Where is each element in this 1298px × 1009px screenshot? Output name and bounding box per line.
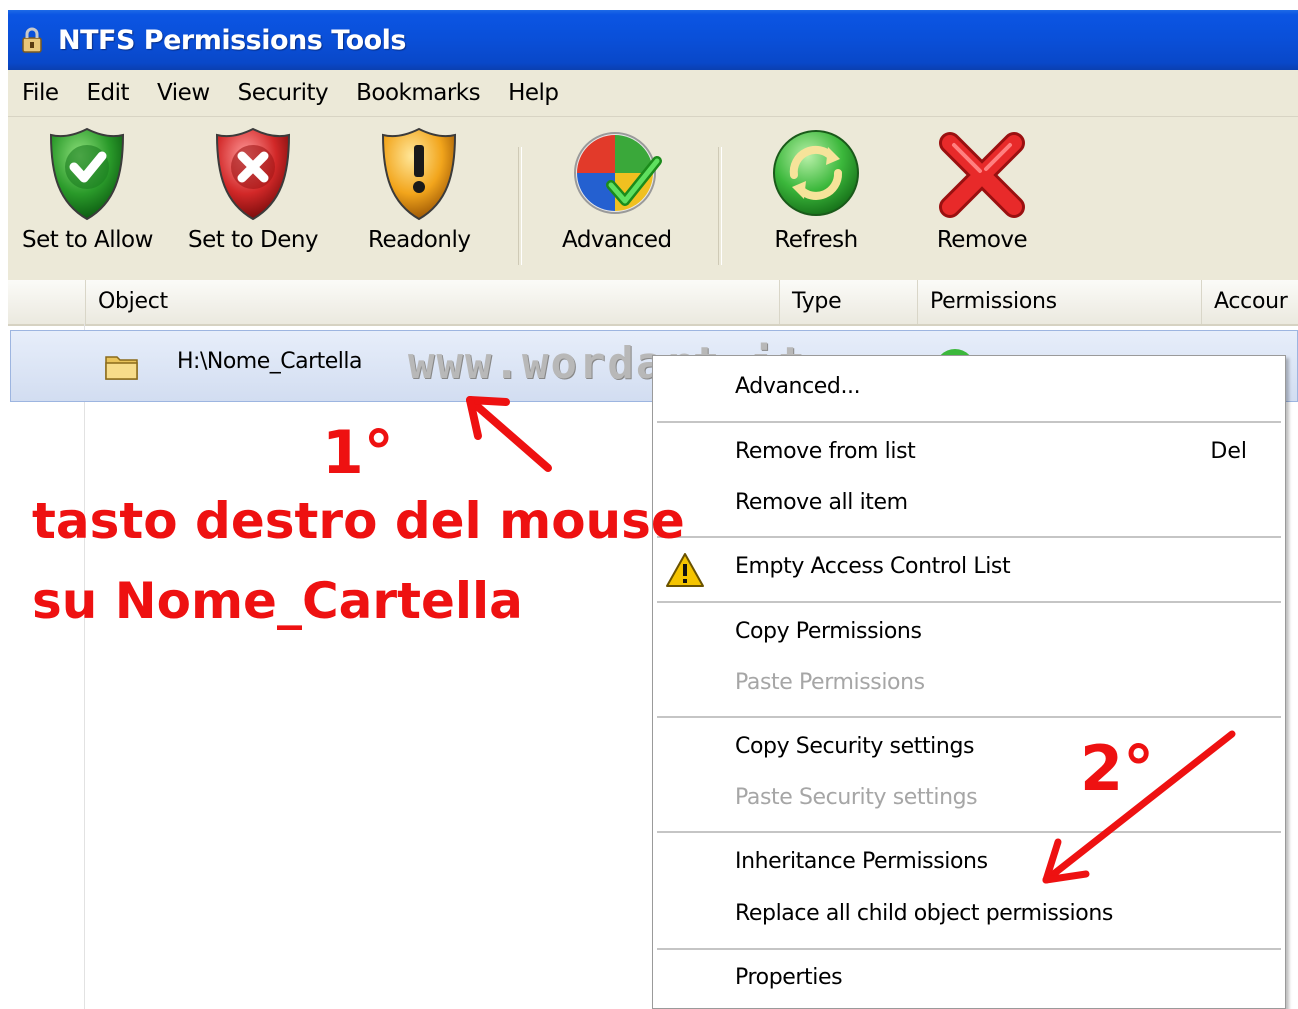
list-header: Object Type Permissions Accour (8, 280, 1298, 326)
menu-item-paste-security: Paste Security settings (735, 785, 978, 810)
menu-separator (657, 536, 1281, 538)
menu-item-remove-all[interactable]: Remove all item (735, 490, 908, 515)
annotation-step-1: 1° (322, 418, 394, 488)
app-lock-icon (22, 27, 42, 53)
readonly-button[interactable]: Readonly (368, 123, 471, 275)
menu-item-remove-shortcut: Del (1210, 439, 1247, 464)
shield-check-icon (50, 127, 125, 221)
remove-label: Remove (936, 227, 1028, 253)
warning-icon (666, 553, 704, 587)
menu-separator (657, 831, 1281, 833)
annotation-line-1: tasto destro del mouse (32, 492, 685, 550)
column-header-object[interactable]: Object (86, 280, 780, 324)
context-menu: Advanced... Remove from list Del Remove … (652, 355, 1286, 1009)
menu-file[interactable]: File (22, 80, 59, 106)
toolbar: Set to Allow Set to Deny Readonly Advanc… (8, 117, 1298, 280)
column-header-blank[interactable] (8, 280, 86, 324)
menu-bar: File Edit View Security Bookmarks Help (8, 70, 1298, 117)
remove-button[interactable]: Remove (936, 123, 1028, 275)
object-path: H:\Nome_Cartella (177, 349, 363, 374)
menu-item-inheritance[interactable]: Inheritance Permissions (735, 849, 988, 874)
menu-help[interactable]: Help (508, 80, 559, 106)
advanced-label: Advanced (562, 227, 672, 253)
remove-x-icon (939, 132, 1025, 218)
menu-item-properties[interactable]: Properties (735, 965, 843, 990)
menu-separator (657, 421, 1281, 423)
menu-item-empty-acl[interactable]: Empty Access Control List (735, 554, 1011, 579)
toolbar-separator (518, 147, 522, 265)
column-header-account[interactable]: Accour (1202, 280, 1298, 324)
advanced-button[interactable]: Advanced (562, 123, 672, 275)
menu-view[interactable]: View (157, 80, 210, 106)
menu-separator (657, 948, 1281, 950)
title-bar: NTFS Permissions Tools (8, 10, 1298, 70)
window-title: NTFS Permissions Tools (58, 24, 407, 56)
column-header-permissions[interactable]: Permissions (918, 280, 1202, 324)
column-header-type[interactable]: Type (780, 280, 918, 324)
folder-icon (105, 356, 138, 380)
set-to-deny-label: Set to Deny (188, 227, 319, 253)
menu-item-replace-child[interactable]: Replace all child object permissions (735, 901, 1113, 926)
menu-item-copy-security[interactable]: Copy Security settings (735, 734, 974, 759)
windows-check-icon (573, 132, 662, 214)
shield-warning-icon (382, 127, 457, 221)
menu-separator (657, 716, 1281, 718)
menu-item-advanced[interactable]: Advanced... (735, 374, 861, 399)
set-to-deny-button[interactable]: Set to Deny (188, 123, 319, 275)
column-gridline (84, 324, 85, 1009)
menu-bookmarks[interactable]: Bookmarks (356, 80, 481, 106)
menu-item-paste-permissions: Paste Permissions (735, 670, 925, 695)
refresh-label: Refresh (774, 227, 858, 253)
refresh-icon (773, 130, 859, 216)
annotation-step-2: 2° (1080, 732, 1155, 805)
annotation-line-2: su Nome_Cartella (32, 572, 523, 630)
shield-x-icon (216, 127, 291, 221)
toolbar-separator (718, 147, 722, 265)
refresh-button[interactable]: Refresh (770, 123, 862, 275)
menu-separator (657, 601, 1281, 603)
set-to-allow-button[interactable]: Set to Allow (22, 123, 153, 275)
menu-security[interactable]: Security (238, 80, 329, 106)
readonly-label: Readonly (368, 227, 471, 253)
menu-edit[interactable]: Edit (87, 80, 130, 106)
menu-item-remove-from-list[interactable]: Remove from list (735, 439, 916, 464)
menu-item-copy-permissions[interactable]: Copy Permissions (735, 619, 922, 644)
set-to-allow-label: Set to Allow (22, 227, 153, 253)
